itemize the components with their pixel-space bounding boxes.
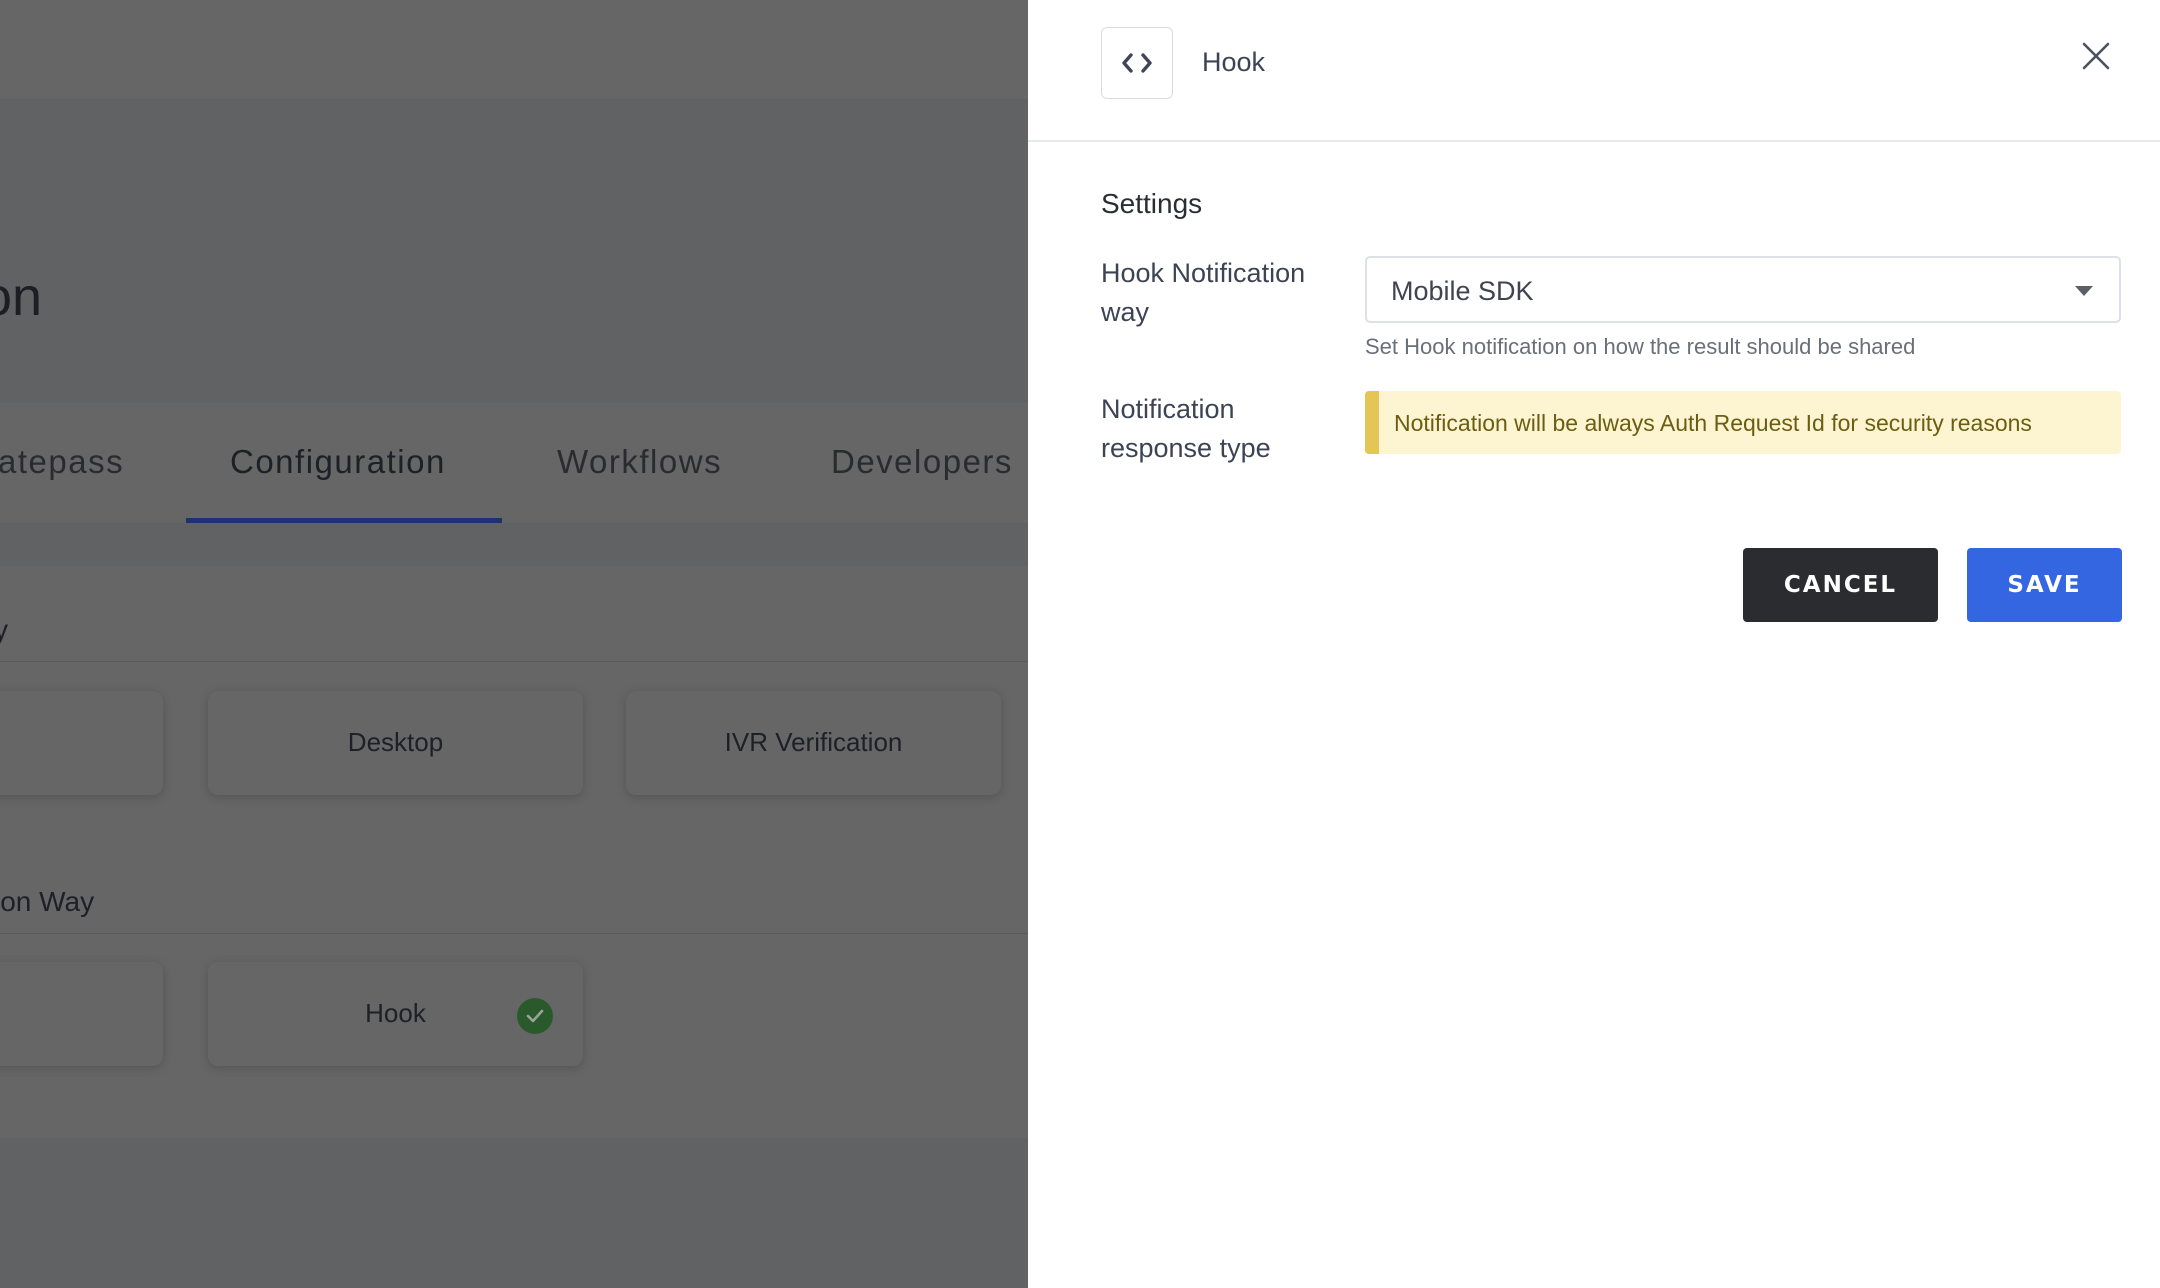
notice-accent-bar xyxy=(1365,391,1379,454)
configuration-content: y Desktop IVR Verification ion Way Hook xyxy=(0,566,1028,1138)
tab-bar: atepass Configuration Workflows Develope… xyxy=(0,403,1028,523)
drawer-header: Hook xyxy=(1028,0,2160,142)
close-button[interactable] xyxy=(2078,38,2114,74)
tab-gatepass[interactable]: atepass xyxy=(0,443,124,481)
section-label-verification-way: y xyxy=(0,614,8,645)
caret-down-icon xyxy=(2075,286,2093,296)
separator-band xyxy=(0,523,1028,566)
select-value: Mobile SDK xyxy=(1391,276,1534,306)
settings-heading: Settings xyxy=(1101,188,1203,219)
option-card-desktop[interactable]: Desktop xyxy=(208,691,583,795)
background-page-overlay[interactable]: on atepass Configuration Workflows Devel… xyxy=(0,0,1028,1288)
page-header: on xyxy=(0,99,1028,403)
section-divider xyxy=(0,661,1028,662)
option-card-hook[interactable]: Hook xyxy=(208,962,583,1066)
option-card-ivr-verification[interactable]: IVR Verification xyxy=(626,691,1001,795)
page-title: on xyxy=(0,267,43,327)
option-card-label: Desktop xyxy=(347,727,444,757)
notification-response-type-label: Notification response type xyxy=(1101,394,1271,463)
tab-configuration[interactable]: Configuration xyxy=(230,443,446,481)
page-footer-area xyxy=(0,1138,1028,1288)
cancel-button[interactable]: CANCEL xyxy=(1743,548,1938,622)
option-card-label: IVR Verification xyxy=(724,727,903,757)
top-bar xyxy=(0,0,1028,99)
code-icon-box xyxy=(1101,27,1173,99)
section-label-notification-way: ion Way xyxy=(0,886,95,917)
code-icon xyxy=(1122,53,1152,73)
notification-response-type-notice: Notification will be always Auth Request… xyxy=(1365,391,2121,454)
hook-settings-drawer: Hook Settings Hook Notification way Mobi… xyxy=(1028,0,2160,1288)
option-card[interactable] xyxy=(0,691,163,795)
check-circle-icon xyxy=(517,998,553,1034)
option-card[interactable] xyxy=(0,962,163,1066)
hook-notification-helper-text: Set Hook notification on how the result … xyxy=(1365,334,1916,359)
notice-text: Notification will be always Auth Request… xyxy=(1394,410,2032,436)
drawer-title: Hook xyxy=(1202,47,1266,77)
section-divider xyxy=(0,933,1028,934)
hook-notification-way-label: Hook Notification way xyxy=(1101,258,1306,327)
save-button[interactable]: SAVE xyxy=(1967,548,2122,622)
tab-workflows[interactable]: Workflows xyxy=(557,443,722,481)
tab-developers[interactable]: Developers xyxy=(831,443,1013,481)
hook-notification-way-select[interactable]: Mobile SDK xyxy=(1365,256,2121,323)
close-icon xyxy=(2082,42,2110,70)
